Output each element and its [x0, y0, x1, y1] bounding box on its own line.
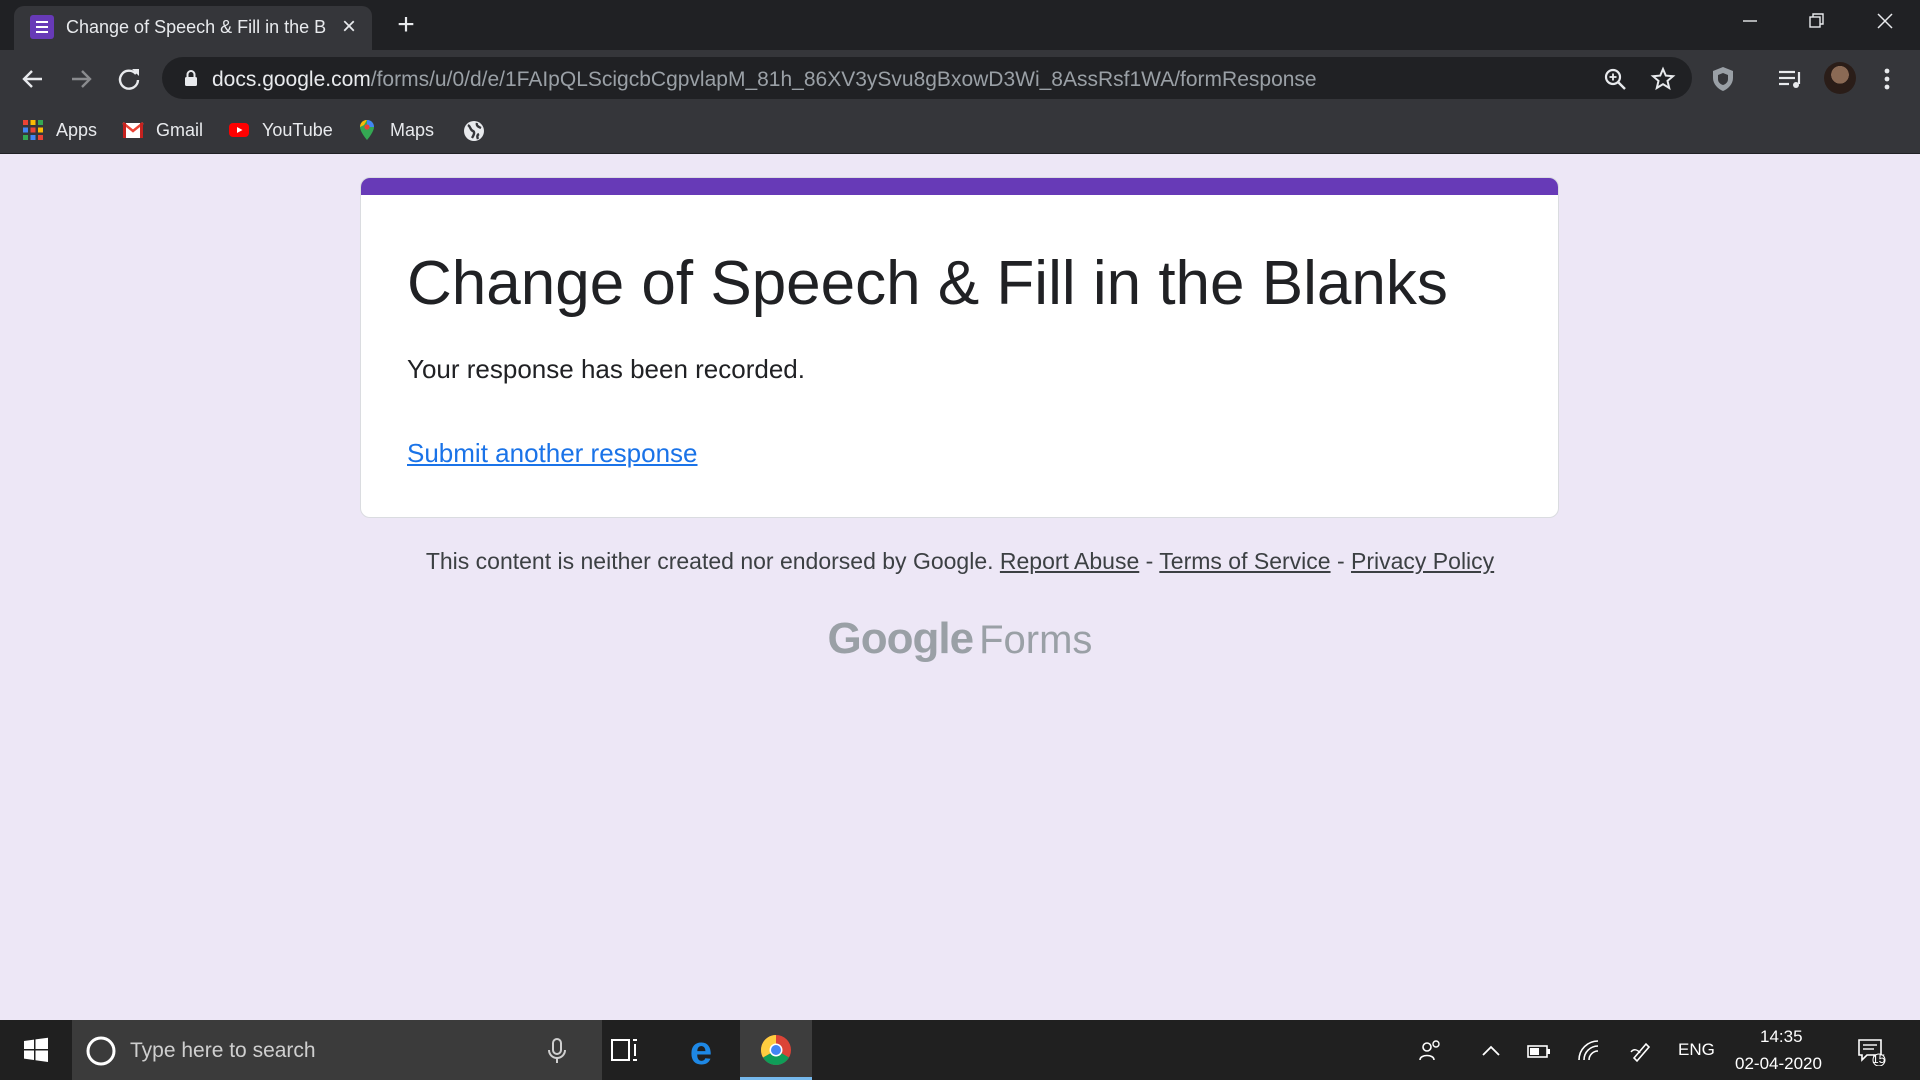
taskbar-search-box[interactable]: Type here to search	[72, 1020, 602, 1080]
bookmark-youtube[interactable]: YouTube	[228, 116, 333, 144]
zoom-icon[interactable]	[1602, 66, 1628, 92]
media-queue-icon[interactable]	[1775, 64, 1805, 94]
address-bar[interactable]: docs.google.com/forms/u/0/d/e/1FAIpQLSci…	[162, 57, 1692, 99]
google-forms-logo[interactable]: Google Forms	[0, 614, 1920, 664]
svg-text:e: e	[690, 1029, 712, 1073]
minimize-window-icon[interactable]	[1726, 6, 1772, 36]
privacy-policy-link[interactable]: Privacy Policy	[1351, 548, 1494, 574]
brand-forms: Forms	[979, 618, 1093, 662]
gmail-icon	[122, 122, 144, 138]
language-indicator[interactable]: ENG	[1678, 1040, 1715, 1060]
url-path: /forms/u/0/d/e/1FAIpQLScigcbCgpvlapM_81h…	[370, 68, 1317, 91]
youtube-icon	[229, 123, 249, 137]
pen-ink-icon[interactable]	[1628, 1038, 1654, 1064]
browser-toolbar: docs.google.com/forms/u/0/d/e/1FAIpQLSci…	[0, 50, 1920, 106]
bookmark-label: Maps	[390, 119, 435, 140]
footer-disclaimer: This content is neither created nor endo…	[0, 548, 1920, 575]
chrome-taskbar-icon[interactable]	[740, 1020, 812, 1080]
separator: -	[1139, 548, 1160, 574]
search-placeholder: Type here to search	[130, 1039, 316, 1062]
profile-avatar[interactable]	[1824, 62, 1856, 94]
submit-another-response-link[interactable]: Submit another response	[407, 438, 698, 469]
new-tab-button[interactable]: +	[390, 10, 422, 42]
clock-date[interactable]: 02-04-2020	[1735, 1054, 1822, 1074]
windows-start-icon[interactable]	[0, 1020, 72, 1080]
google-forms-favicon-icon	[30, 15, 54, 39]
clock-time[interactable]: 14:35	[1760, 1027, 1803, 1047]
restore-window-icon[interactable]	[1793, 6, 1839, 36]
close-window-icon[interactable]	[1862, 6, 1908, 36]
terms-of-service-link[interactable]: Terms of Service	[1159, 548, 1330, 574]
apps-grid-icon	[23, 120, 43, 140]
active-tab[interactable]: Change of Speech & Fill in the Blanks ×	[14, 6, 372, 50]
confirmation-message: Your response has been recorded.	[407, 354, 805, 384]
wifi-icon[interactable]	[1576, 1038, 1602, 1064]
tab-close-icon[interactable]: ×	[336, 14, 362, 40]
report-abuse-link[interactable]: Report Abuse	[1000, 548, 1139, 574]
url-host: docs.google.com	[212, 68, 371, 91]
url-text: docs.google.com/forms/u/0/d/e/1FAIpQLSci…	[212, 68, 1317, 92]
bookmark-label: Apps	[56, 119, 98, 140]
bookmark-apps[interactable]: Apps	[22, 116, 97, 144]
shield-extension-icon[interactable]	[1708, 64, 1738, 94]
form-response-card: Change of Speech & Fill in the Blanks Yo…	[360, 177, 1559, 518]
bookmark-maps[interactable]: Maps	[356, 116, 434, 144]
windows-taskbar: Type here to search e ENG 14:35 02-04-20…	[0, 1020, 1920, 1080]
battery-icon[interactable]	[1526, 1038, 1552, 1064]
bookmark-star-icon[interactable]	[1650, 66, 1676, 92]
browser-tab-strip: Change of Speech & Fill in the Blanks × …	[0, 0, 1920, 50]
disclaimer-text: This content is neither created nor endo…	[425, 548, 994, 574]
brand-google: Google	[827, 614, 975, 663]
forward-arrow-icon[interactable]	[66, 64, 96, 94]
back-arrow-icon[interactable]	[18, 64, 48, 94]
reload-icon[interactable]	[114, 64, 144, 94]
more-menu-icon[interactable]	[1872, 64, 1902, 94]
globe-bookmark-icon[interactable]	[462, 119, 486, 143]
microphone-icon[interactable]	[544, 1037, 570, 1065]
notification-count-badge: 15	[1872, 1052, 1886, 1066]
bookmark-gmail[interactable]: Gmail	[122, 116, 203, 144]
bookmark-label: YouTube	[262, 119, 333, 140]
separator: -	[1330, 548, 1352, 574]
show-hidden-icons-chevron-icon[interactable]	[1478, 1038, 1504, 1064]
tab-title: Change of Speech & Fill in the Blanks	[66, 17, 326, 37]
edge-browser-icon[interactable]: e	[665, 1020, 737, 1080]
bookmarks-bar: Apps Gmail YouTube Maps	[0, 106, 1920, 154]
task-view-icon[interactable]	[588, 1020, 660, 1080]
lock-icon[interactable]	[182, 69, 200, 87]
form-title: Change of Speech & Fill in the Blanks	[407, 249, 1448, 318]
bookmark-label: Gmail	[156, 119, 204, 140]
maps-pin-icon	[360, 120, 374, 140]
cortana-circle-icon	[86, 1036, 116, 1066]
form-accent-bar	[361, 178, 1558, 195]
people-icon[interactable]	[1418, 1038, 1444, 1064]
